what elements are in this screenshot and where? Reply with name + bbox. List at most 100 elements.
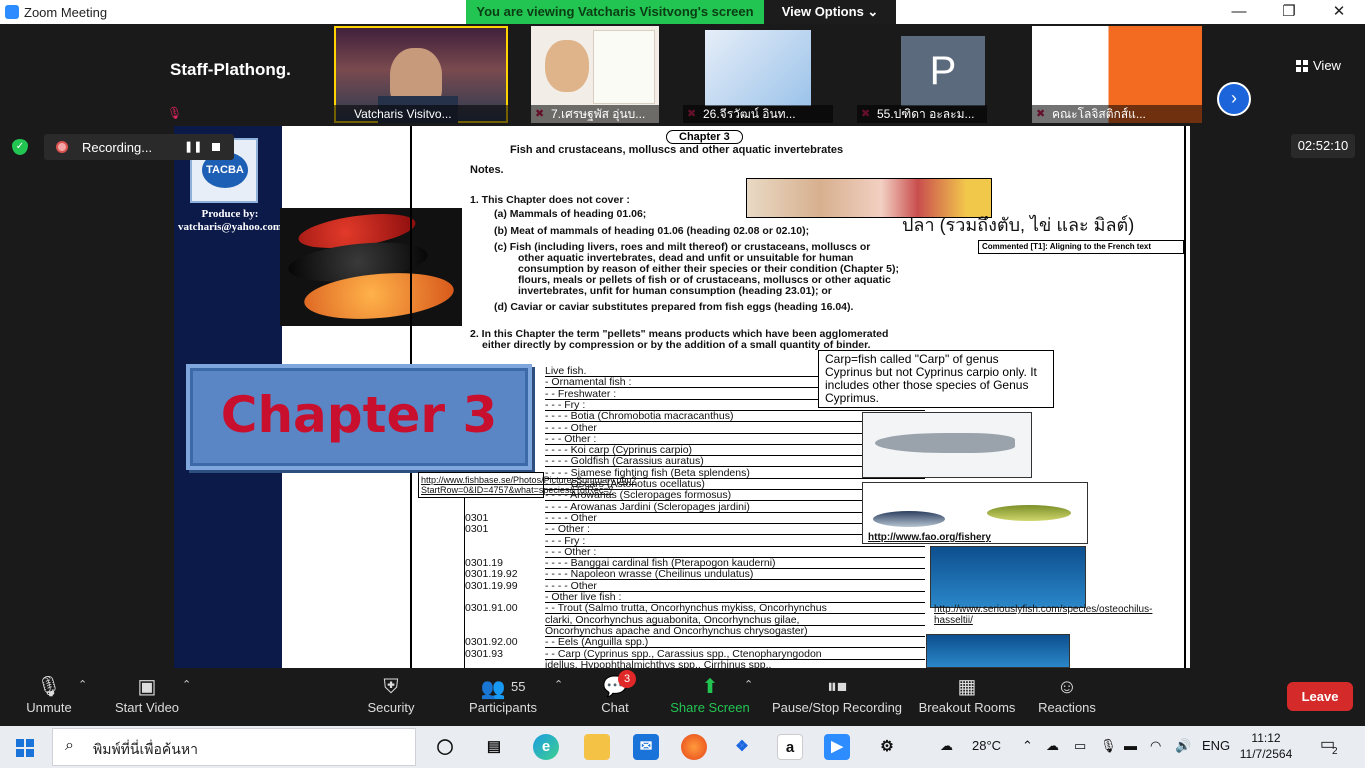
chapter-title: Chapter 3 bbox=[220, 386, 498, 444]
chat-label: Chat bbox=[601, 700, 629, 715]
tile-name: คณะโลจิสติกส์แ... bbox=[1032, 105, 1202, 123]
video-tile-jeerawat[interactable]: ✖ 26.จีรวัฒน์ อินท... bbox=[683, 26, 833, 123]
doc-line: invertebrates, unfit for human consumpti… bbox=[518, 285, 832, 297]
dropbox-icon[interactable]: ❖ bbox=[729, 734, 755, 760]
amazon-icon[interactable]: a bbox=[777, 734, 803, 760]
widgets-icon[interactable]: ▤ bbox=[481, 734, 507, 760]
notification-count: 2 bbox=[1332, 746, 1338, 757]
language-indicator[interactable]: ENG bbox=[1202, 738, 1230, 753]
pause-stop-label: Pause/Stop Recording bbox=[771, 700, 903, 715]
reactions-button[interactable]: ☺ Reactions bbox=[1012, 674, 1122, 722]
device-icon[interactable]: ▭ bbox=[1074, 738, 1086, 754]
file-explorer-icon[interactable] bbox=[584, 734, 610, 760]
shark-shape bbox=[875, 433, 1015, 453]
doc-line: (d) Caviar or caviar substitutes prepare… bbox=[494, 301, 854, 313]
settings-gear-icon[interactable]: ⚙ bbox=[874, 734, 900, 760]
slide-thumbnail bbox=[593, 30, 655, 104]
seriouslyfish-link: http://www.seriouslyfish.com/species/ost… bbox=[934, 604, 1153, 626]
close-button[interactable]: ✕ bbox=[1316, 0, 1362, 24]
shared-screen-area: TACBA Produce by: vatcharis@yahoo.com Ch… bbox=[0, 126, 1365, 668]
recording-indicator: Recording... ❚❚ bbox=[44, 134, 234, 160]
table-row: - - Carp (Cyprinus spp., Carassius spp.,… bbox=[545, 648, 925, 660]
meeting-timer: 02:52:10 bbox=[1291, 134, 1355, 158]
grid-icon bbox=[1296, 60, 1308, 72]
microphone-icon[interactable]: 🎙 bbox=[1100, 738, 1117, 754]
video-tile-logistics[interactable]: ✖ คณะโลจิสติกส์แ... bbox=[1032, 26, 1202, 123]
video-tile-settapat[interactable]: ✖ 7.เศรษฐพัส อุ่นบ... bbox=[531, 26, 659, 123]
security-label: Security bbox=[367, 700, 415, 715]
audio-options-caret[interactable]: ⌃ bbox=[78, 678, 87, 691]
taskbar-search-input[interactable]: ⌕ พิมพ์ที่นี่เพื่อค้นหา bbox=[52, 728, 416, 766]
video-tile-vatcharis[interactable]: Vatcharis Visitvo... bbox=[334, 26, 508, 123]
chat-icon: 💬 bbox=[602, 676, 628, 698]
unmute-button[interactable]: 🎙 Unmute bbox=[0, 674, 104, 722]
presentation-slide: TACBA Produce by: vatcharis@yahoo.com Ch… bbox=[174, 126, 1190, 668]
participants-icon: 👥 55 bbox=[480, 678, 526, 700]
battery-icon[interactable]: ▬ bbox=[1124, 738, 1137, 753]
table-row-code: 0301.19.99 bbox=[465, 579, 518, 592]
firefox-icon[interactable] bbox=[681, 734, 707, 760]
thai-handwritten-note: ปลา (รวมถึงตับ, ไข่ และ มิลต์) bbox=[902, 215, 1135, 235]
leave-button[interactable]: Leave bbox=[1287, 682, 1353, 711]
next-page-button[interactable]: › bbox=[1217, 82, 1251, 116]
meeting-toolbar: 🎙 Unmute ⌃ ▣ Start Video ⌃ ⛨ Security 👥 … bbox=[0, 668, 1365, 726]
chat-button[interactable]: 💬 Chat bbox=[560, 674, 670, 722]
security-button[interactable]: ⛨ Security bbox=[336, 674, 446, 722]
table-row-code bbox=[465, 660, 545, 668]
participants-button[interactable]: 👥 55 Participants bbox=[448, 674, 558, 722]
edge-icon[interactable]: e bbox=[533, 734, 559, 760]
onedrive-icon[interactable]: ☁ bbox=[1046, 738, 1059, 754]
table-row: - - - - Napoleon wrasse (Cheilinus undul… bbox=[545, 569, 925, 581]
breakout-rooms-button[interactable]: ▦ Breakout Rooms bbox=[912, 674, 1022, 722]
trout-shape bbox=[987, 505, 1071, 521]
table-row-code: 0301 bbox=[465, 523, 489, 536]
muted-mic-icon: 🎙 bbox=[167, 106, 183, 120]
video-options-caret[interactable]: ⌃ bbox=[182, 678, 191, 691]
view-button[interactable]: View bbox=[1296, 58, 1341, 78]
shark-diagram bbox=[862, 412, 1032, 478]
wifi-icon[interactable]: ◠ bbox=[1150, 738, 1161, 754]
temperature[interactable]: 28°C bbox=[972, 738, 1001, 753]
chat-badge: 3 bbox=[618, 670, 636, 688]
weather-icon[interactable]: ☁ bbox=[940, 738, 953, 754]
underwater-photo-2 bbox=[926, 634, 1070, 668]
document-heading: Fish and crustaceans, molluscs and other… bbox=[510, 144, 844, 156]
show-hidden-icons-icon[interactable]: ⌃ bbox=[1022, 738, 1033, 754]
doc-line: (a) Mammals of heading 01.06; bbox=[494, 208, 647, 220]
recording-label: Recording... bbox=[82, 140, 153, 155]
share-options-caret[interactable]: ⌃ bbox=[744, 678, 753, 691]
muted-mic-icon: 🎙 bbox=[36, 676, 62, 698]
clock-date: 11/7/2564 bbox=[1239, 747, 1293, 761]
title-bar: Zoom Meeting You are viewing Vatcharis V… bbox=[0, 0, 1365, 24]
maximize-button[interactable]: ❐ bbox=[1266, 0, 1312, 24]
task-view-icon[interactable]: ◯ bbox=[432, 734, 458, 760]
stop-recording-icon[interactable] bbox=[212, 143, 220, 151]
start-video-label: Start Video bbox=[114, 700, 180, 715]
table-row: - - Eels (Anguilla spp.) bbox=[545, 637, 925, 649]
minimize-button[interactable]: — bbox=[1216, 0, 1262, 24]
share-screen-label: Share Screen bbox=[670, 700, 750, 715]
window-title: Zoom Meeting bbox=[24, 5, 108, 20]
staff-participant-name: Staff-Plathong. bbox=[170, 60, 291, 79]
pause-stop-recording-button[interactable]: ⏸⏹ Pause/Stop Recording bbox=[767, 674, 907, 722]
video-tile-pathida[interactable]: P ✖ 55.ปฑิดา อะละม... bbox=[857, 26, 987, 123]
produce-by-label: Produce by: bbox=[201, 208, 259, 220]
search-icon: ⌕ bbox=[65, 737, 74, 754]
search-placeholder: พิมพ์ที่นี่เพื่อค้นหา bbox=[93, 741, 198, 757]
pause-recording-icon[interactable]: ❚❚ bbox=[184, 140, 202, 153]
table-row-code bbox=[465, 502, 545, 513]
participants-count: 55 bbox=[511, 679, 526, 694]
fishbase-link: http://www.fishbase.se/Photos/PicturesSu… bbox=[418, 472, 636, 498]
video-gallery-strip: Staff-Plathong. 🎙 Vatcharis Visitvo... ✖… bbox=[0, 24, 1365, 126]
volume-icon[interactable]: 🔊 bbox=[1175, 738, 1191, 754]
mail-icon[interactable]: ✉ bbox=[633, 734, 659, 760]
doc-line: (b) Meat of mammals of heading 01.06 (he… bbox=[494, 225, 810, 237]
windows-start-icon[interactable] bbox=[16, 739, 34, 757]
chapter-tag: Chapter 3 bbox=[666, 130, 743, 144]
zoom-app-icon bbox=[5, 5, 19, 19]
view-options-button[interactable]: View Options ⌄ bbox=[764, 0, 896, 24]
zoom-taskbar-icon[interactable]: ▶ bbox=[824, 734, 850, 760]
fao-link: http://www.fao.org/fishery bbox=[868, 532, 991, 543]
table-row-code: 0301.19.92 bbox=[465, 568, 518, 581]
taskbar-clock[interactable]: 11:12 11/7/2564 bbox=[1238, 730, 1294, 762]
